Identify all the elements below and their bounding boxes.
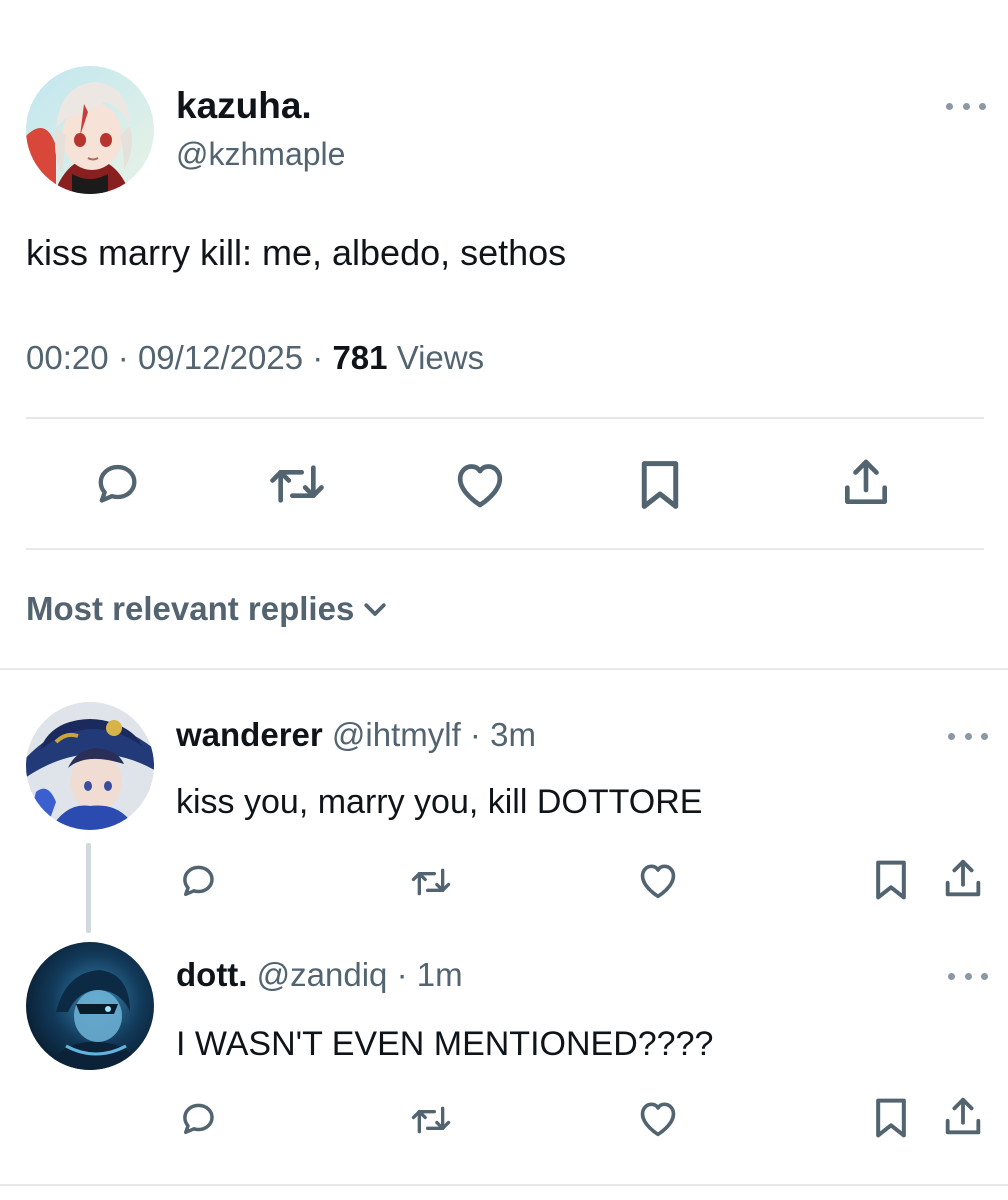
- share-icon[interactable]: [838, 454, 894, 512]
- divider: [26, 548, 984, 550]
- retweet-icon[interactable]: [406, 1100, 456, 1140]
- reply-header: dott. @zandiq · 1m: [176, 954, 463, 996]
- reply-age[interactable]: 1m: [417, 956, 463, 993]
- reply-icon[interactable]: [176, 1098, 220, 1140]
- bookmark-icon[interactable]: [872, 1096, 910, 1140]
- tweet-text: kiss marry kill: me, albedo, sethos: [26, 232, 567, 273]
- separator: ·: [396, 956, 408, 993]
- chevron-down-icon: [364, 603, 386, 616]
- retweet-icon[interactable]: [266, 456, 328, 512]
- reply-text: I WASN'T EVEN MENTIONED????: [176, 1025, 714, 1063]
- reply-author-handle[interactable]: @ihtmylf: [332, 716, 461, 753]
- more-icon[interactable]: [948, 726, 988, 746]
- author-handle[interactable]: @kzhmaple: [176, 134, 345, 174]
- bookmark-icon[interactable]: [872, 858, 910, 902]
- reply-header: wanderer @ihtmylf · 3m: [176, 714, 536, 756]
- like-icon[interactable]: [636, 860, 680, 900]
- reply-author-name[interactable]: dott.: [176, 956, 247, 993]
- views-label: Views: [396, 339, 485, 376]
- bookmark-icon[interactable]: [636, 458, 684, 512]
- replies-sort-label: Most relevant replies: [26, 590, 355, 627]
- divider: [0, 1184, 1008, 1186]
- tweet-meta: 00:20 · 09/12/2025 · 781 Views: [26, 337, 484, 379]
- author-name[interactable]: kazuha.: [176, 84, 312, 128]
- separator: ·: [312, 339, 324, 376]
- views-count: 781: [332, 339, 388, 376]
- reply-avatar[interactable]: [26, 702, 154, 830]
- reply-author-name[interactable]: wanderer: [176, 716, 323, 753]
- replies-sort-toggle[interactable]: Most relevant replies: [26, 588, 390, 630]
- tweet-time[interactable]: 00:20: [26, 339, 109, 376]
- reply-avatar[interactable]: [26, 942, 154, 1070]
- share-icon[interactable]: [940, 1094, 986, 1140]
- like-icon[interactable]: [452, 458, 508, 510]
- retweet-icon[interactable]: [406, 862, 456, 902]
- reply-author-handle[interactable]: @zandiq: [257, 956, 388, 993]
- tweet-date[interactable]: 09/12/2025: [138, 339, 303, 376]
- more-icon[interactable]: [948, 966, 988, 986]
- reply-icon[interactable]: [91, 458, 143, 510]
- reply-age[interactable]: 3m: [490, 716, 536, 753]
- reply-text: kiss you, marry you, kill DOTTORE: [176, 783, 703, 821]
- divider: [0, 668, 1008, 670]
- more-icon[interactable]: [946, 96, 986, 116]
- author-avatar[interactable]: [26, 66, 154, 194]
- share-icon[interactable]: [940, 856, 986, 902]
- divider: [26, 417, 984, 419]
- reply-icon[interactable]: [176, 860, 220, 902]
- thread-line: [86, 843, 91, 933]
- separator: ·: [117, 339, 129, 376]
- like-icon[interactable]: [636, 1098, 680, 1138]
- separator: ·: [469, 716, 481, 753]
